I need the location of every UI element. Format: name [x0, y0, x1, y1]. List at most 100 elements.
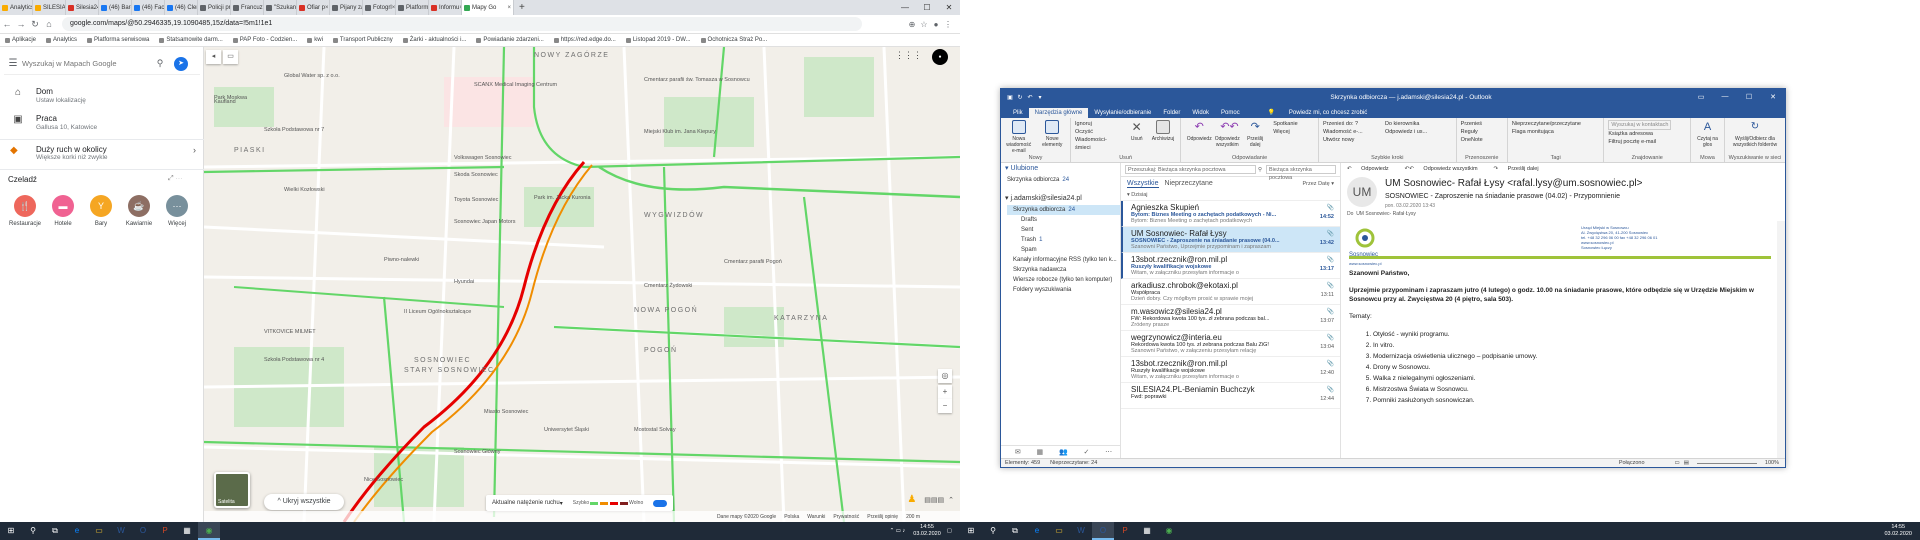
- browser-tab[interactable]: (46) Barc×: [99, 0, 132, 15]
- banner-url[interactable]: www.sosnowiec.pl: [1349, 261, 1381, 266]
- folder-item[interactable]: Skrzynka nadawcza: [1007, 265, 1120, 275]
- chrome-icon[interactable]: ◉: [198, 522, 220, 540]
- map-footer-item[interactable]: Warunki: [807, 514, 825, 520]
- message-item[interactable]: arkadiusz.chrobok@ekotaxi.pl Współpraca Dz…: [1121, 279, 1340, 305]
- layers-menu-icon[interactable]: ▭: [223, 50, 238, 64]
- filter-unread[interactable]: Nieprzeczytane: [1165, 180, 1213, 187]
- to-value[interactable]: UM Sosnowiec- Rafał Łysy: [1356, 211, 1416, 217]
- favorite-inbox[interactable]: Skrzynka odbiorcza 24: [1001, 175, 1120, 185]
- ribbon-tab[interactable]: Narzędzia główne: [1028, 108, 1089, 118]
- bookmark-item[interactable]: Listopad 2019 - DW...: [621, 37, 696, 43]
- folder-item[interactable]: Sent: [1007, 225, 1120, 235]
- browser-tab[interactable]: Pijany za×: [330, 0, 363, 15]
- browser-tab[interactable]: Mapy Go ×: [462, 0, 514, 15]
- bookmark-item[interactable]: Żarki - aktualności i...: [398, 37, 472, 43]
- more-respond-button[interactable]: Więcej: [1273, 128, 1297, 136]
- sort-by-date[interactable]: Przez Datę ▾: [1303, 181, 1335, 187]
- bookmark-item[interactable]: Transport Publiczny: [328, 37, 398, 43]
- bookmark-item[interactable]: Analytics: [41, 37, 82, 43]
- traffic-toggle[interactable]: [653, 499, 668, 507]
- unread-read-button[interactable]: Nieprzeczytane/przeczytane: [1512, 120, 1581, 128]
- browser-tab[interactable]: Silesia24×: [66, 0, 99, 15]
- expand-icon[interactable]: ⌃: [948, 496, 954, 504]
- search-icon[interactable]: ⚲: [22, 522, 44, 540]
- powerpoint-icon[interactable]: P: [154, 522, 176, 540]
- new-tab-button[interactable]: +: [514, 0, 530, 15]
- browser-tab[interactable]: Informu×: [429, 0, 462, 15]
- folder-item[interactable]: Spam: [1007, 245, 1120, 255]
- browser-tab[interactable]: Fotogrl ×: [363, 0, 396, 15]
- minimize-icon[interactable]: —: [1713, 93, 1737, 101]
- windows-start-icon[interactable]: ⊞: [0, 522, 22, 540]
- tell-me-search[interactable]: 💡 Powiedz mi, co chcesz zrobić: [1256, 107, 1380, 118]
- map-poi[interactable]: Sosnowiec Japan Motors: [454, 219, 515, 225]
- tray-icons[interactable]: ⌃ ▭ ♪: [890, 528, 906, 534]
- quickstep-new[interactable]: Utwórz nowy: [1323, 136, 1381, 144]
- chrome-icon[interactable]: ◉: [1158, 522, 1180, 540]
- map-footer-item[interactable]: Prześlij opinię: [867, 514, 898, 520]
- search-icon[interactable]: ⚲: [1258, 167, 1262, 173]
- notifications-icon[interactable]: ▢: [947, 528, 952, 534]
- category-3[interactable]: ☕ Kawiarnie: [120, 195, 158, 227]
- profile-icon[interactable]: ●: [930, 20, 942, 29]
- customize-icon[interactable]: ▾: [1035, 94, 1045, 101]
- message-item[interactable]: wegrzynowicz@interia.eu Rekordowa kwota 1…: [1121, 331, 1340, 357]
- people-icon[interactable]: 👥: [1059, 448, 1068, 458]
- browser-tab[interactable]: Platform×: [396, 0, 429, 15]
- category-4[interactable]: ⋯ Więcej: [158, 195, 196, 227]
- message-item[interactable]: 13sbot.rzecznik@ron.mil.pl Ruszyły kwalif…: [1121, 253, 1340, 279]
- view-normal-icon[interactable]: ▭: [1675, 460, 1680, 466]
- map-poi[interactable]: Sosnowiec Główny: [454, 449, 500, 455]
- map-poi[interactable]: Miasto Sosnowiec: [484, 409, 528, 415]
- map-poi[interactable]: VITKOVICE MILMET: [264, 329, 316, 335]
- clean-button[interactable]: Oczyść: [1075, 128, 1120, 136]
- bookmark-item[interactable]: kwi: [302, 37, 328, 43]
- browser-tab[interactable]: (46) Face×: [132, 0, 165, 15]
- read-aloud-button[interactable]: A Czytaj na głos: [1695, 120, 1720, 160]
- bookmark-item[interactable]: Statsamowite darm...: [154, 37, 227, 43]
- ribbon-tab[interactable]: Folder: [1157, 108, 1186, 118]
- forward-icon[interactable]: →: [14, 19, 28, 29]
- hamburger-menu-icon[interactable]: ☰: [4, 58, 22, 69]
- category-1[interactable]: ▬ Hotele: [44, 195, 82, 227]
- bookmark-star-icon[interactable]: ☆: [918, 20, 930, 29]
- favorites-header[interactable]: ▾ Ulubione: [1001, 163, 1120, 175]
- send-receive-icon[interactable]: ↻: [1015, 94, 1025, 101]
- map-footer-item[interactable]: Prywatność: [833, 514, 859, 520]
- message-item[interactable]: Agnieszka Skupień Bytom: Biznes Meeting o…: [1121, 201, 1340, 227]
- account-header[interactable]: ▾ j.adamski@silesia24.pl: [1001, 193, 1120, 205]
- powerpoint-icon[interactable]: P: [1114, 522, 1136, 540]
- ribbon-tab[interactable]: Widok: [1186, 108, 1215, 118]
- explorer-icon[interactable]: ▭: [88, 522, 110, 540]
- reading-action-2[interactable]: ↷ Prześlij dalej: [1494, 166, 1547, 172]
- message-item[interactable]: m.wasowicz@silesia24.pl FW: Rekordowa kwo…: [1121, 305, 1340, 331]
- search-input[interactable]: [22, 59, 152, 68]
- category-0[interactable]: 🍴 Restauracje: [6, 195, 44, 227]
- bookmark-item[interactable]: Powiadanie zdarzeni...: [471, 37, 548, 43]
- tasks-icon[interactable]: ✓: [1083, 448, 1089, 458]
- ribbon-tab[interactable]: Plik: [1007, 108, 1029, 118]
- browser-tab[interactable]: (46) Clerc×: [165, 0, 198, 15]
- tab-close-icon[interactable]: ×: [325, 5, 329, 11]
- reading-scrollbar[interactable]: [1777, 221, 1785, 459]
- quickstep-reply-delete[interactable]: Odpowiedz i us...: [1385, 128, 1447, 136]
- my-location-icon[interactable]: ◎: [938, 369, 952, 383]
- map-poi[interactable]: Piwno-nalewki: [384, 257, 419, 263]
- folder-item[interactable]: Foldery wyszukiwania: [1007, 285, 1120, 295]
- bookmark-item[interactable]: https://red.edge.do...: [549, 37, 621, 43]
- explorer-icon[interactable]: ▭: [1048, 522, 1070, 540]
- map-poi[interactable]: Global Water sp. z o.o.: [284, 73, 340, 79]
- calculator-icon[interactable]: ▦: [176, 522, 198, 540]
- map-poi[interactable]: Nice Sosnowiec: [364, 477, 403, 483]
- folder-item[interactable]: Wiersze robocze (tylko ten komputer): [1007, 275, 1120, 285]
- tab-close-icon[interactable]: ×: [507, 5, 511, 11]
- browser-tab[interactable]: Analytics×: [0, 0, 33, 15]
- pegman-icon[interactable]: ♟: [907, 494, 916, 505]
- archive-button[interactable]: Archiwizuj: [1150, 120, 1176, 160]
- outlook-icon[interactable]: O: [1092, 522, 1114, 540]
- browser-tab[interactable]: Francuz×: [231, 0, 264, 15]
- map-poi[interactable]: Volkswagen Sosnowiec: [454, 155, 511, 161]
- view-reading-icon[interactable]: ▤: [1684, 460, 1689, 466]
- map-poi[interactable]: Cmentarz Żydowski: [644, 283, 692, 289]
- category-2[interactable]: Y Bary: [82, 195, 120, 227]
